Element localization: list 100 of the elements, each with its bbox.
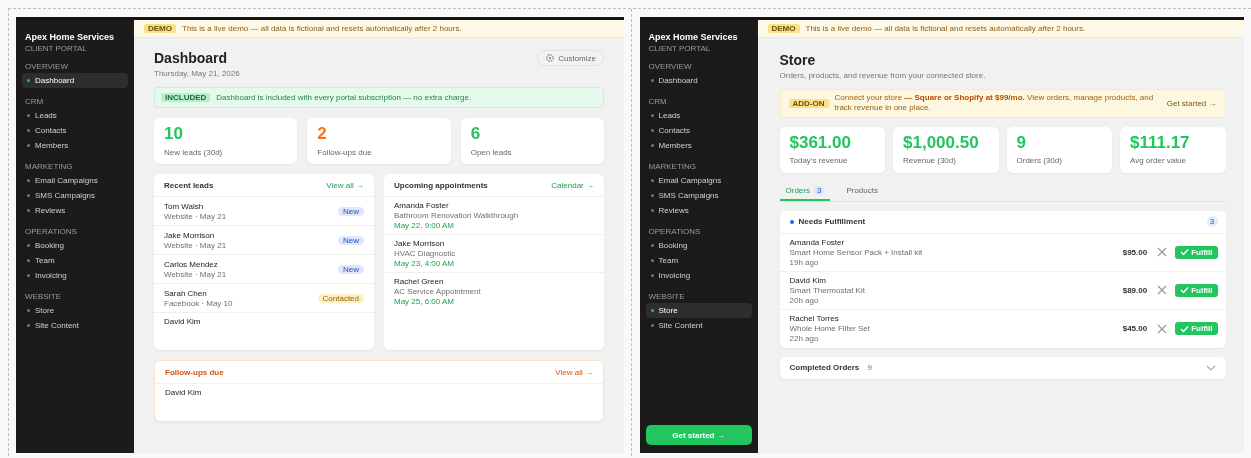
- sidebar-item[interactable]: Store: [645, 303, 752, 318]
- status-badge: New: [338, 206, 364, 216]
- panel-title: Completed Orders: [789, 363, 860, 373]
- customer-name: Amanda Foster: [789, 237, 846, 247]
- close-icon[interactable]: [1157, 285, 1168, 296]
- lead-meta: Website · May 21: [164, 240, 227, 250]
- order-age: 19h ago: [789, 257, 820, 267]
- sidebar-item[interactable]: Members: [22, 138, 128, 153]
- status-badge: New: [338, 264, 364, 274]
- brand-name: Apex Home Services: [24, 32, 116, 42]
- sidebar-item[interactable]: Email Campaigns: [645, 173, 752, 188]
- sidebar-item[interactable]: Invoicing: [645, 268, 752, 283]
- appointment-time: May 22, 9:00 AM: [394, 221, 456, 230]
- order-price: $95.00: [1122, 247, 1148, 257]
- sidebar-item[interactable]: Dashboard: [22, 73, 128, 88]
- sidebar-item[interactable]: Reviews: [22, 203, 128, 218]
- included-text: Dashboard is included with every portal subscription — no extra charge.: [216, 93, 472, 102]
- order-count: 3: [1206, 216, 1218, 228]
- section-label: MARKETING: [648, 162, 698, 171]
- lead-name: Tom Walsh: [164, 201, 205, 211]
- view-all-link[interactable]: View all →: [326, 180, 364, 190]
- sidebar-item[interactable]: Contacts: [645, 123, 752, 138]
- stat-value: 2: [317, 125, 328, 144]
- page-title: Dashboard: [154, 50, 229, 66]
- sidebar-item[interactable]: Invoicing: [22, 268, 128, 283]
- get-started-link[interactable]: Get started →: [1166, 98, 1217, 108]
- appointment-time: May 25, 6:00 AM: [394, 297, 456, 306]
- sidebar-item[interactable]: Email Campaigns: [22, 173, 128, 188]
- sidebar-item[interactable]: Dashboard: [645, 73, 752, 88]
- section-label: CRM: [25, 97, 45, 106]
- sidebar-item[interactable]: Site Content: [22, 318, 128, 333]
- sidebar-item[interactable]: Leads: [22, 108, 128, 123]
- included-badge: INCLUDED: [161, 93, 211, 102]
- tab-count: 3: [813, 185, 825, 195]
- sidebar-item[interactable]: Reviews: [645, 203, 752, 218]
- sidebar-item[interactable]: Team: [22, 253, 128, 268]
- follow-up-name: David Kim: [165, 388, 203, 397]
- demo-text: This is a live demo — all data is fictional and resets automatically after 2 hours.: [182, 24, 462, 33]
- brand-subtitle: CLIENT PORTAL: [647, 44, 712, 53]
- section-label: WEBSITE: [25, 292, 62, 301]
- panel-title: Needs Fulfillment: [798, 217, 866, 227]
- page-date: Thursday, May 21, 2026: [154, 69, 240, 78]
- calendar-link[interactable]: Calendar →: [551, 180, 594, 190]
- order-age: 22h ago: [789, 334, 820, 344]
- section-label: OVERVIEW: [25, 62, 69, 71]
- page-subtitle: Orders, products, and revenue from your connected store.: [779, 71, 987, 80]
- section-label: WEBSITE: [648, 292, 686, 301]
- order-age: 20h ago: [789, 295, 820, 305]
- check-icon: [1180, 248, 1190, 257]
- appointment-name: Rachel Green: [394, 277, 445, 286]
- tab[interactable]: Orders 3: [779, 182, 831, 201]
- section-label: OPERATIONS: [25, 227, 78, 236]
- stat-label: Open leads: [470, 147, 513, 157]
- brand-subtitle: CLIENT PORTAL: [24, 44, 88, 53]
- sidebar-item[interactable]: SMS Campaigns: [645, 188, 752, 203]
- stat-value: 10: [164, 125, 184, 144]
- sidebar-item[interactable]: Team: [645, 253, 752, 268]
- product-name: Smart Thermostat Kit: [789, 285, 866, 295]
- product-name: Whole Home Filter Set: [789, 324, 871, 334]
- product-name: Smart Home Sensor Pack + Install kit: [789, 247, 924, 257]
- add-on-badge: ADD-ON: [788, 98, 829, 108]
- lead-name: Carlos Mendez: [164, 259, 219, 269]
- tab[interactable]: Products: [840, 182, 884, 201]
- stat-value: $361.00: [789, 133, 852, 153]
- appointment-name: Jake Morrison: [394, 239, 446, 248]
- stat-label: New leads (30d): [164, 147, 224, 157]
- sidebar-item[interactable]: Members: [645, 138, 752, 153]
- tab-label: Products: [846, 185, 878, 195]
- lead-meta: Website · May 21: [164, 269, 227, 279]
- section-label: MARKETING: [25, 162, 74, 171]
- sidebar-item[interactable]: Contacts: [22, 123, 128, 138]
- chevron-down-icon[interactable]: [1205, 364, 1216, 371]
- appointment-service: AC Service Appointment: [394, 287, 482, 296]
- sidebar-item[interactable]: Booking: [22, 238, 128, 253]
- close-icon[interactable]: [1157, 323, 1168, 334]
- appointment-service: HVAC Diagnostic: [394, 249, 457, 258]
- appointment-service: Bathroom Renovation Walkthrough: [394, 211, 520, 220]
- stat-label: Avg order value: [1130, 156, 1187, 166]
- check-icon: [1180, 324, 1190, 333]
- section-label: CRM: [648, 97, 668, 106]
- stat-label: Orders (30d): [1016, 156, 1063, 166]
- close-icon[interactable]: [1157, 247, 1168, 258]
- sidebar-item[interactable]: Site Content: [645, 318, 752, 333]
- customize-button[interactable]: Customize: [537, 50, 604, 66]
- order-count: 9: [866, 362, 873, 374]
- status-dot-icon: [789, 219, 794, 224]
- panel-title: Recent leads: [164, 180, 214, 190]
- tab-label: Orders: [785, 185, 810, 195]
- sidebar-item[interactable]: SMS Campaigns: [22, 188, 128, 203]
- view-all-link[interactable]: View all →: [555, 367, 593, 377]
- lead-meta: Facebook · May 10: [164, 298, 233, 308]
- page-title: Store: [779, 52, 817, 68]
- status-badge: Contacted: [317, 293, 364, 303]
- sidebar-item[interactable]: Booking: [645, 238, 752, 253]
- sidebar-item[interactable]: Leads: [645, 108, 752, 123]
- stat-value: $1,000.50: [903, 133, 980, 153]
- order-price: $89.00: [1122, 285, 1148, 295]
- sidebar-item[interactable]: Store: [22, 303, 128, 318]
- appointment-time: May 23, 4:00 AM: [394, 259, 456, 268]
- panel-title: Upcoming appointments: [394, 180, 488, 190]
